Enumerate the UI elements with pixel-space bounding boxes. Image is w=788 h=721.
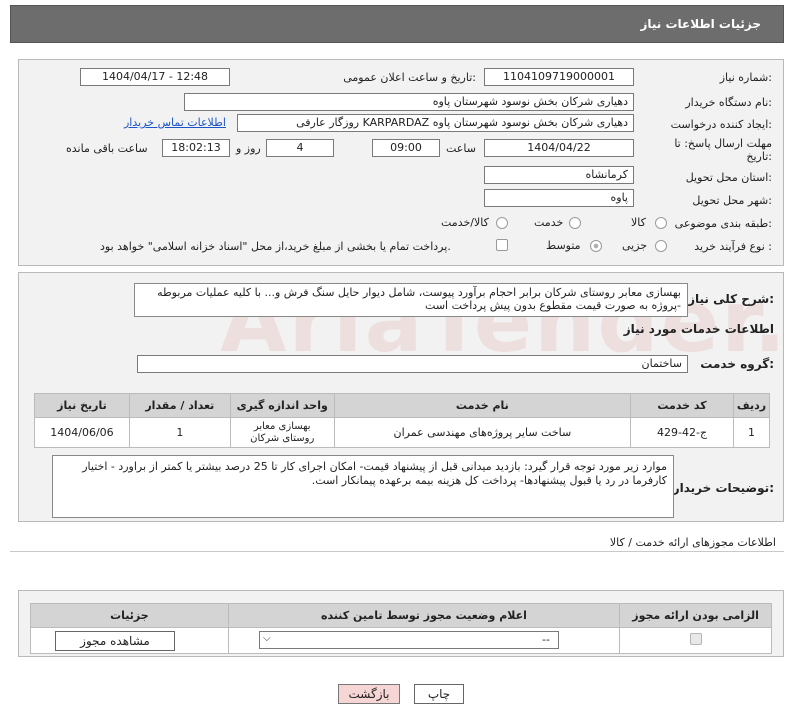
buyer-label: نام دستگاه خریدار: — [685, 96, 772, 109]
summary-text: بهسازی معابر روستای شرکان برابر احجام بر… — [134, 283, 688, 317]
table-row: 1404/06/06 1 بهسازی معابر روستای شرکان س… — [34, 417, 771, 448]
view-permit-button[interactable]: مشاهده مجوز — [55, 631, 175, 651]
col-details: جزئیات — [30, 603, 229, 628]
services-section-title: اطلاعات خدمات مورد نیاز — [623, 322, 774, 336]
col-service-name: نام خدمت — [333, 393, 632, 418]
print-button[interactable]: چاپ — [414, 684, 464, 704]
chevron-down-icon: ⌵ — [263, 633, 271, 644]
cell-service-code: ج-42-429 — [630, 417, 734, 448]
purchase-option-medium: متوسط — [546, 239, 581, 252]
remaining-time-field: 18:02:13 — [162, 139, 230, 157]
permits-divider — [10, 551, 784, 552]
category-option-service: خدمت — [534, 216, 564, 229]
buyer-notes-label: توضیحات خریدار: — [672, 481, 774, 495]
buyer-field: دهیاری شرکان بخش نوسود شهرستان پاوه — [184, 93, 634, 111]
purchase-option-minor: جزیی — [622, 239, 648, 252]
treasury-note: پرداخت تمام یا بخشی از مبلغ خرید،از محل … — [100, 240, 451, 253]
cell-qty: 1 — [128, 417, 231, 448]
col-permit-required: الزامی بودن ارائه مجوز — [619, 603, 772, 628]
purchase-type-label: نوع فرآیند خرید : — [694, 240, 772, 253]
permit-status-select[interactable]: ⌵ -- — [259, 631, 559, 649]
announce-field: 1404/04/17 - 12:48 — [80, 68, 230, 86]
cell-unit: بهسازی معابر روستای شرکان — [229, 417, 335, 448]
contact-buyer-link[interactable]: اطلاعات تماس خریدار — [124, 116, 226, 129]
buyer-notes-text: موارد زیر مورد توجه قرار گیرد: بازدید می… — [52, 455, 674, 518]
service-group-field: ساختمان — [137, 355, 688, 373]
purchase-radio-minor[interactable] — [655, 240, 667, 252]
deadline-label: مهلت ارسال پاسخ: تا تاریخ: — [674, 137, 772, 163]
days-label: روز و — [236, 142, 261, 155]
category-option-goods: کالا — [631, 216, 646, 229]
days-field: 4 — [266, 139, 334, 157]
need-number-field: 1104109719000001 — [484, 68, 634, 86]
col-permit-status: اعلام وضعیت مجوز توسط تامین کننده — [227, 603, 621, 628]
cell-service-name: ساخت سایر پروژه‌های مهندسی عمران — [333, 417, 632, 448]
permit-required-checkbox[interactable] — [690, 633, 702, 645]
category-option-goods-service: کالا/خدمت — [441, 216, 489, 229]
col-need-date: تاریخ نیاز — [34, 393, 130, 418]
need-number-label: شماره نیاز: — [719, 71, 772, 84]
category-radio-goods[interactable] — [655, 217, 667, 229]
col-unit: واحد اندازه گیری — [229, 393, 335, 418]
back-button[interactable]: بازگشت — [338, 684, 400, 704]
cell-need-date: 1404/06/06 — [34, 417, 130, 448]
deadline-time-label: ساعت — [446, 142, 476, 155]
creator-field: روزگار عارفی KARPARDAZ دهیاری شرکان بخش … — [237, 114, 634, 132]
col-row: ردیف — [732, 393, 771, 418]
remaining-label: ساعت باقی مانده — [66, 142, 148, 155]
summary-label: شرح کلی نیاز: — [688, 292, 774, 306]
category-radio-goods-service[interactable] — [496, 217, 508, 229]
province-label: استان محل تحویل: — [685, 171, 772, 184]
col-service-code: کد خدمت — [630, 393, 734, 418]
page-header: جزئیات اطلاعات نیاز — [10, 5, 784, 43]
purchase-radio-medium[interactable] — [590, 240, 602, 252]
permits-table-header: جزئیات اعلام وضعیت مجوز توسط تامین کننده… — [30, 603, 772, 628]
services-table: تاریخ نیاز تعداد / مقدار واحد اندازه گیر… — [34, 393, 771, 448]
announce-label: تاریخ و ساعت اعلان عمومی: — [343, 71, 476, 84]
province-field: کرمانشاه — [484, 166, 634, 184]
city-label: شهر محل تحویل: — [692, 194, 772, 207]
permits-title: اطلاعات مجوزهای ارائه خدمت / کالا — [609, 536, 776, 549]
category-label: طبقه بندی موضوعی: — [674, 217, 772, 230]
deadline-time-field: 09:00 — [372, 139, 440, 157]
city-field: پاوه — [484, 189, 634, 207]
col-qty: تعداد / مقدار — [128, 393, 231, 418]
cell-row: 1 — [732, 417, 771, 448]
page-title: جزئیات اطلاعات نیاز — [640, 17, 761, 31]
service-group-label: گروه خدمت: — [700, 357, 774, 371]
creator-label: ایجاد کننده درخواست: — [670, 118, 772, 131]
treasury-checkbox[interactable] — [496, 239, 508, 251]
services-table-header: تاریخ نیاز تعداد / مقدار واحد اندازه گیر… — [34, 393, 771, 418]
deadline-date-field: 1404/04/22 — [484, 139, 634, 157]
category-radio-service[interactable] — [569, 217, 581, 229]
select-value: -- — [542, 633, 550, 646]
